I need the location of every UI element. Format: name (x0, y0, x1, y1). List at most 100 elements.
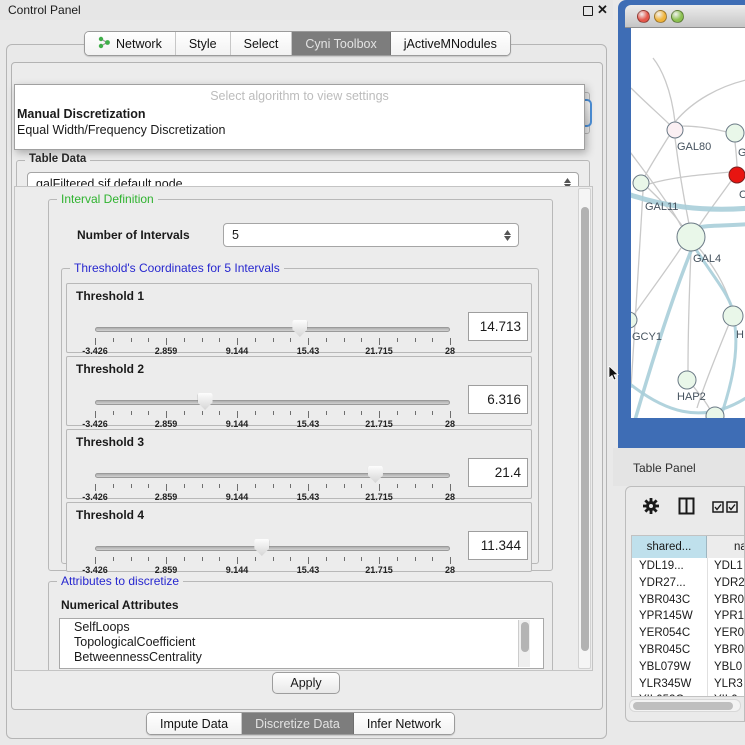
threshold-1-value-field[interactable]: 14.713 (468, 312, 528, 341)
slider-thumb[interactable] (292, 320, 307, 337)
tick-label: 15.43 (297, 565, 320, 575)
table-row[interactable]: YPR145WYPR1 (632, 608, 745, 625)
table-horizontal-scrollbar[interactable] (629, 699, 741, 712)
table-row[interactable]: YDL19...YDL1 (632, 558, 745, 575)
attribute-item-topologicalcoefficient[interactable]: TopologicalCoefficient (60, 634, 543, 649)
number-of-intervals-value: 5 (232, 228, 239, 242)
slider-track[interactable] (95, 400, 450, 405)
tab-select[interactable]: Select (231, 32, 293, 55)
network-canvas[interactable]: GAL80GACGAL11GAL4HGCY1HAP2 (631, 28, 745, 418)
network-edge[interactable] (645, 136, 669, 176)
minimize-light-icon[interactable] (654, 10, 667, 23)
algorithm-dropdown-popup: Select algorithm to view settings Manual… (14, 84, 585, 150)
split-columns-icon[interactable] (678, 497, 695, 520)
tab-style[interactable]: Style (176, 32, 231, 55)
slider-track[interactable] (95, 546, 450, 551)
threshold-4-slider[interactable]: -3.4262.8599.14415.4321.71528 (95, 536, 450, 570)
table-row[interactable]: YER054CYER0 (632, 625, 745, 642)
tab-network[interactable]: Network (85, 32, 176, 55)
column-header-na[interactable]: na (707, 536, 745, 558)
network-node[interactable] (723, 306, 743, 326)
threshold-4-panel: Threshold 4-3.4262.8599.14415.4321.71528… (66, 502, 532, 572)
table-row[interactable]: YIL052CYIL0 (632, 692, 745, 697)
threshold-1-label: Threshold 1 (76, 289, 144, 303)
thresholds-group: Threshold's Coordinates for 5 Intervals … (61, 268, 539, 564)
network-node[interactable] (678, 371, 696, 389)
slider-thumb[interactable] (254, 539, 269, 556)
close-icon[interactable]: ✕ (597, 2, 608, 18)
attribute-item-selfloops[interactable]: SelfLoops (60, 619, 543, 634)
threshold-3-label: Threshold 3 (76, 435, 144, 449)
network-icon (98, 36, 111, 52)
network-node[interactable] (726, 124, 744, 142)
combo-stepper-icon (504, 224, 511, 246)
attributes-list-scrollbar[interactable] (518, 620, 530, 667)
network-node[interactable] (633, 175, 649, 191)
checkbox-icon[interactable] (726, 500, 738, 518)
network-node[interactable] (667, 122, 683, 138)
slider-thumb[interactable] (368, 466, 383, 483)
tick-label: 9.144 (226, 492, 249, 502)
network-edge[interactable] (649, 172, 730, 184)
thresholds-group-label: Threshold's Coordinates for 5 Intervals (70, 261, 284, 275)
network-edge[interactable] (631, 88, 669, 124)
node-label-gal80: GAL80 (677, 141, 711, 153)
tick-label: 21.715 (365, 565, 393, 575)
table-data-group-label: Table Data (25, 153, 90, 165)
zoom-light-icon[interactable] (671, 10, 684, 23)
network-edge[interactable] (735, 142, 737, 168)
algorithm-prompt: Select algorithm to view settings (15, 89, 584, 103)
apply-button[interactable]: Apply (272, 672, 340, 694)
interval-definition-label: Interval Definition (57, 192, 158, 206)
numerical-attributes-list[interactable]: SelfLoopsTopologicalCoefficientBetweenne… (59, 618, 544, 669)
network-edge[interactable] (699, 181, 731, 226)
table-row[interactable]: YBL079WYBL0 (632, 659, 745, 676)
close-light-icon[interactable] (637, 10, 650, 23)
network-edge[interactable] (631, 191, 643, 388)
tick-label: -3.426 (82, 492, 108, 502)
table-row[interactable]: YLR345WYLR3 (632, 676, 745, 693)
tick-label: 28 (445, 346, 455, 356)
slider-track[interactable] (95, 327, 450, 332)
algorithm-option-equal-width-frequency-discretization[interactable]: Equal Width/Frequency Discretization (17, 123, 225, 137)
tick-label: 15.43 (297, 492, 320, 502)
attribute-item-betweennesscentrality[interactable]: BetweennessCentrality (60, 649, 543, 664)
checkbox-icon[interactable] (712, 500, 724, 518)
tick-label: -3.426 (82, 419, 108, 429)
table-row[interactable]: YDR27...YDR2 (632, 575, 745, 592)
settings-vertical-scrollbar[interactable] (578, 188, 591, 669)
threshold-3-value-field[interactable]: 21.4 (468, 458, 528, 487)
threshold-4-value-field[interactable]: 11.344 (468, 531, 528, 560)
column-header-shared[interactable]: shared... (632, 536, 707, 558)
tab-jactivemnodules[interactable]: jActiveMNodules (391, 32, 510, 55)
bottom-tab-infer-network[interactable]: Infer Network (354, 713, 454, 734)
table-panel-title: Table Panel (633, 461, 696, 475)
mouse-cursor (608, 366, 620, 387)
tick-label: 15.43 (297, 419, 320, 429)
tick-label: 21.715 (365, 492, 393, 502)
network-edge[interactable] (633, 248, 681, 316)
table-row[interactable]: YBR045CYBR0 (632, 642, 745, 659)
bottom-tab-discretize-data[interactable]: Discretize Data (242, 713, 354, 734)
network-edge[interactable] (688, 251, 691, 371)
tab-cyni-toolbox[interactable]: Cyni Toolbox (292, 32, 390, 55)
network-edge-highlighted[interactable] (697, 224, 745, 228)
tick-label: 2.859 (155, 346, 178, 356)
algorithm-option-manual-discretization[interactable]: Manual Discretization (17, 107, 146, 121)
number-of-intervals-combo[interactable]: 5 (223, 223, 519, 247)
network-node-selected[interactable] (729, 167, 745, 183)
threshold-3-slider[interactable]: -3.4262.8599.14415.4321.71528 (95, 463, 450, 497)
settings-gear-icon[interactable] (642, 497, 660, 520)
network-node[interactable] (677, 223, 705, 251)
threshold-1-slider[interactable]: -3.4262.8599.14415.4321.71528 (95, 317, 450, 351)
network-edge[interactable] (681, 126, 727, 132)
table-row[interactable]: YBR043CYBR0 (632, 592, 745, 609)
slider-thumb[interactable] (198, 393, 213, 410)
threshold-2-slider[interactable]: -3.4262.8599.14415.4321.71528 (95, 390, 450, 424)
float-window-icon[interactable] (583, 6, 593, 16)
threshold-2-value-field[interactable]: 6.316 (468, 385, 528, 414)
node-table[interactable]: shared...na YDL19...YDL1YDR27...YDR2YBR0… (631, 535, 745, 697)
network-edge[interactable] (675, 80, 745, 122)
bottom-tab-impute-data[interactable]: Impute Data (147, 713, 242, 734)
slider-track[interactable] (95, 473, 450, 478)
